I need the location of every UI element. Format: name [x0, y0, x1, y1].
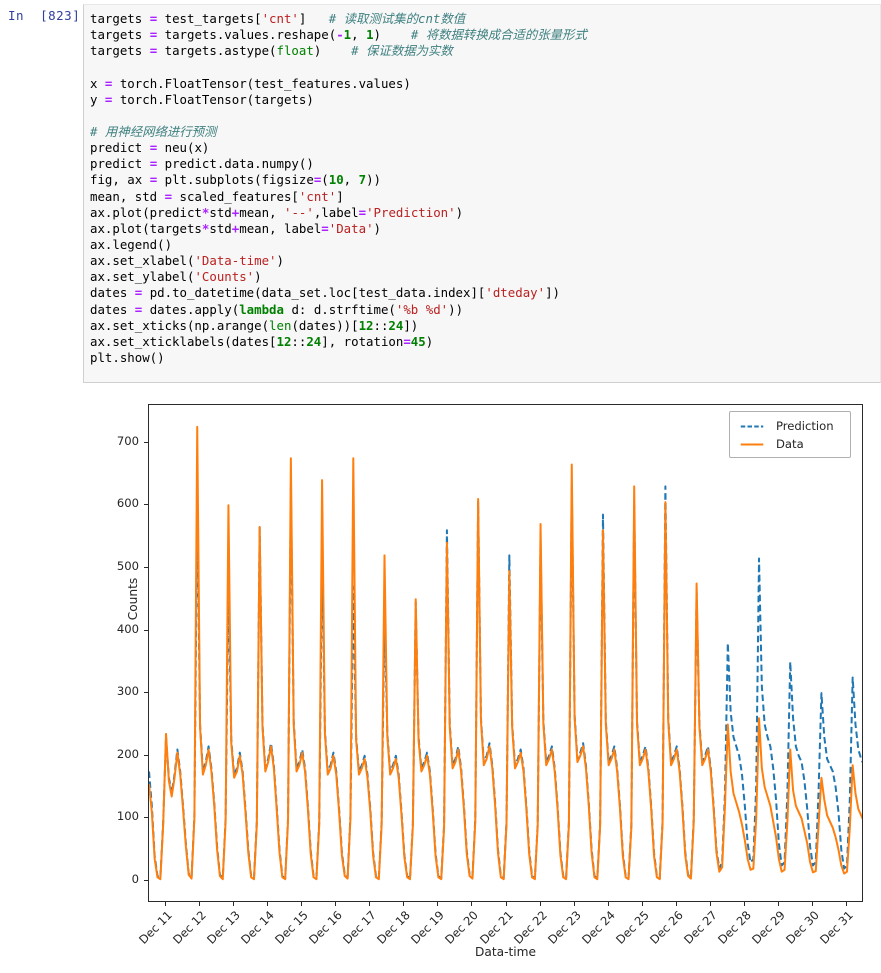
notebook-code-cell[interactable]: In [823]: targets = test_targets['cnt'] … [0, 0, 881, 388]
x-tick-label: Dec 16 [306, 908, 346, 947]
code-line-14: ax.legend() [90, 236, 173, 252]
series-line-data [149, 425, 862, 881]
x-tick-label: Dec 28 [714, 908, 754, 947]
cell-prompt-label: In [823]: [8, 8, 89, 23]
x-tick-mark-icon [845, 902, 847, 906]
x-tick-label: Dec 18 [374, 908, 414, 947]
legend-swatch-data-icon [740, 443, 764, 445]
x-tick-mark-icon [811, 902, 813, 906]
x-tick-label: Dec 12 [170, 908, 209, 947]
y-tick-label: 700 [116, 433, 139, 448]
y-tick-label: 400 [116, 621, 139, 636]
x-tick-label: Dec 30 [783, 908, 822, 947]
code-line-2: targets = targets.astype(float) # 保证数据为实… [90, 43, 453, 59]
legend-entry-prediction: Prediction [737, 417, 843, 435]
x-tick-mark-icon [675, 902, 677, 906]
legend-label-data: Data [776, 437, 804, 451]
chart-legend: Prediction Data [729, 411, 851, 458]
code-line-11: mean, std = scaled_features['cnt'] [90, 188, 344, 204]
x-tick-mark-icon [573, 902, 575, 906]
x-tick-label: Dec 20 [442, 908, 482, 947]
y-tick-label: 600 [116, 496, 139, 511]
x-tick-label: Dec 22 [510, 908, 550, 947]
code-line-1: targets = targets.values.reshape(-1, 1) … [90, 27, 587, 43]
x-axis-label: Data-time [474, 945, 537, 959]
x-tick-label: Dec 15 [272, 908, 312, 947]
code-line-20: ax.set_xticklabels(dates[12::24], rotati… [90, 333, 434, 349]
legend-label-prediction: Prediction [776, 419, 834, 433]
y-tick-label: 100 [116, 809, 139, 824]
code-source-lines: targets = test_targets['cnt'] # 读取测试集的cn… [90, 11, 880, 366]
y-tick-label: 0 [131, 872, 139, 887]
x-tick-label: Dec 31 [817, 908, 856, 947]
x-tick-mark-icon [165, 902, 167, 906]
x-tick-label: Dec 14 [238, 908, 278, 947]
x-tick-label: Dec 19 [408, 908, 448, 947]
chart-series-canvas [149, 425, 862, 881]
x-tick-label: Dec 11 [136, 908, 175, 947]
x-tick-mark-icon [641, 902, 643, 906]
code-line-12: ax.plot(predict*std+mean, '--',label='Pr… [90, 204, 464, 220]
code-line-16: ax.set_ylabel('Counts') [90, 269, 262, 285]
x-tick-mark-icon [777, 902, 779, 906]
matplotlib-figure-output: Counts 0 100 200 300 400 500 600 700 Dec 11 Dec … [83, 392, 881, 973]
x-tick-mark-icon [403, 902, 405, 906]
plot-axes-area [148, 404, 863, 902]
x-tick-label: Dec 24 [578, 908, 618, 947]
x-tick-mark-icon [369, 902, 371, 906]
code-line-4: x = torch.FloatTensor(test_features.valu… [90, 75, 411, 91]
y-tick-label: 300 [116, 684, 139, 699]
x-tick-mark-icon [505, 902, 507, 906]
code-editor-area[interactable]: targets = test_targets['cnt'] # 读取测试集的cn… [83, 4, 881, 383]
x-tick-mark-icon [301, 902, 303, 906]
code-line-13: ax.plot(targets*std+mean, label='Data') [90, 220, 381, 236]
x-tick-mark-icon [233, 902, 235, 906]
x-tick-label: Dec 25 [612, 908, 652, 947]
code-line-7: # 用神经网络进行预测 [90, 123, 217, 139]
code-line-18: dates = dates.apply(lambda d: d.strftime… [90, 301, 464, 317]
x-tick-label: Dec 13 [204, 908, 244, 947]
code-line-21: plt.show() [90, 349, 165, 365]
legend-entry-data: Data [737, 435, 843, 453]
code-line-5: y = torch.FloatTensor(targets) [90, 91, 314, 107]
x-tick-mark-icon [437, 902, 439, 906]
x-tick-mark-icon [709, 902, 711, 906]
code-line-9: predict = predict.data.numpy() [90, 156, 314, 172]
x-tick-label: Dec 17 [340, 908, 380, 947]
legend-swatch-prediction-icon [740, 425, 764, 427]
x-tick-label: Dec 26 [646, 908, 686, 947]
y-axis-label: Counts [126, 577, 140, 621]
code-line-8: predict = neu(x) [90, 140, 210, 156]
code-line-0: targets = test_targets['cnt'] # 读取测试集的cn… [90, 11, 466, 26]
x-tick-label: Dec 21 [476, 908, 516, 947]
x-tick-mark-icon [267, 902, 269, 906]
code-line-17: dates = pd.to_datetime(data_set.loc[test… [90, 285, 560, 301]
x-tick-mark-icon [199, 902, 201, 906]
x-tick-mark-icon [471, 902, 473, 906]
x-tick-mark-icon [743, 902, 745, 906]
x-tick-mark-icon [539, 902, 541, 906]
y-tick-label: 200 [116, 746, 139, 761]
code-line-10: fig, ax = plt.subplots(figsize=(10, 7)) [90, 172, 381, 188]
y-tick-label: 500 [116, 558, 139, 573]
x-tick-label: Dec 27 [680, 908, 720, 947]
x-tick-label: Dec 23 [544, 908, 584, 947]
code-line-15: ax.set_xlabel('Data-time') [90, 253, 284, 269]
x-tick-mark-icon [335, 902, 337, 906]
x-tick-mark-icon [607, 902, 609, 906]
x-tick-label: Dec 29 [748, 908, 788, 947]
code-line-19: ax.set_xticks(np.arange(len(dates))[12::… [90, 317, 419, 333]
